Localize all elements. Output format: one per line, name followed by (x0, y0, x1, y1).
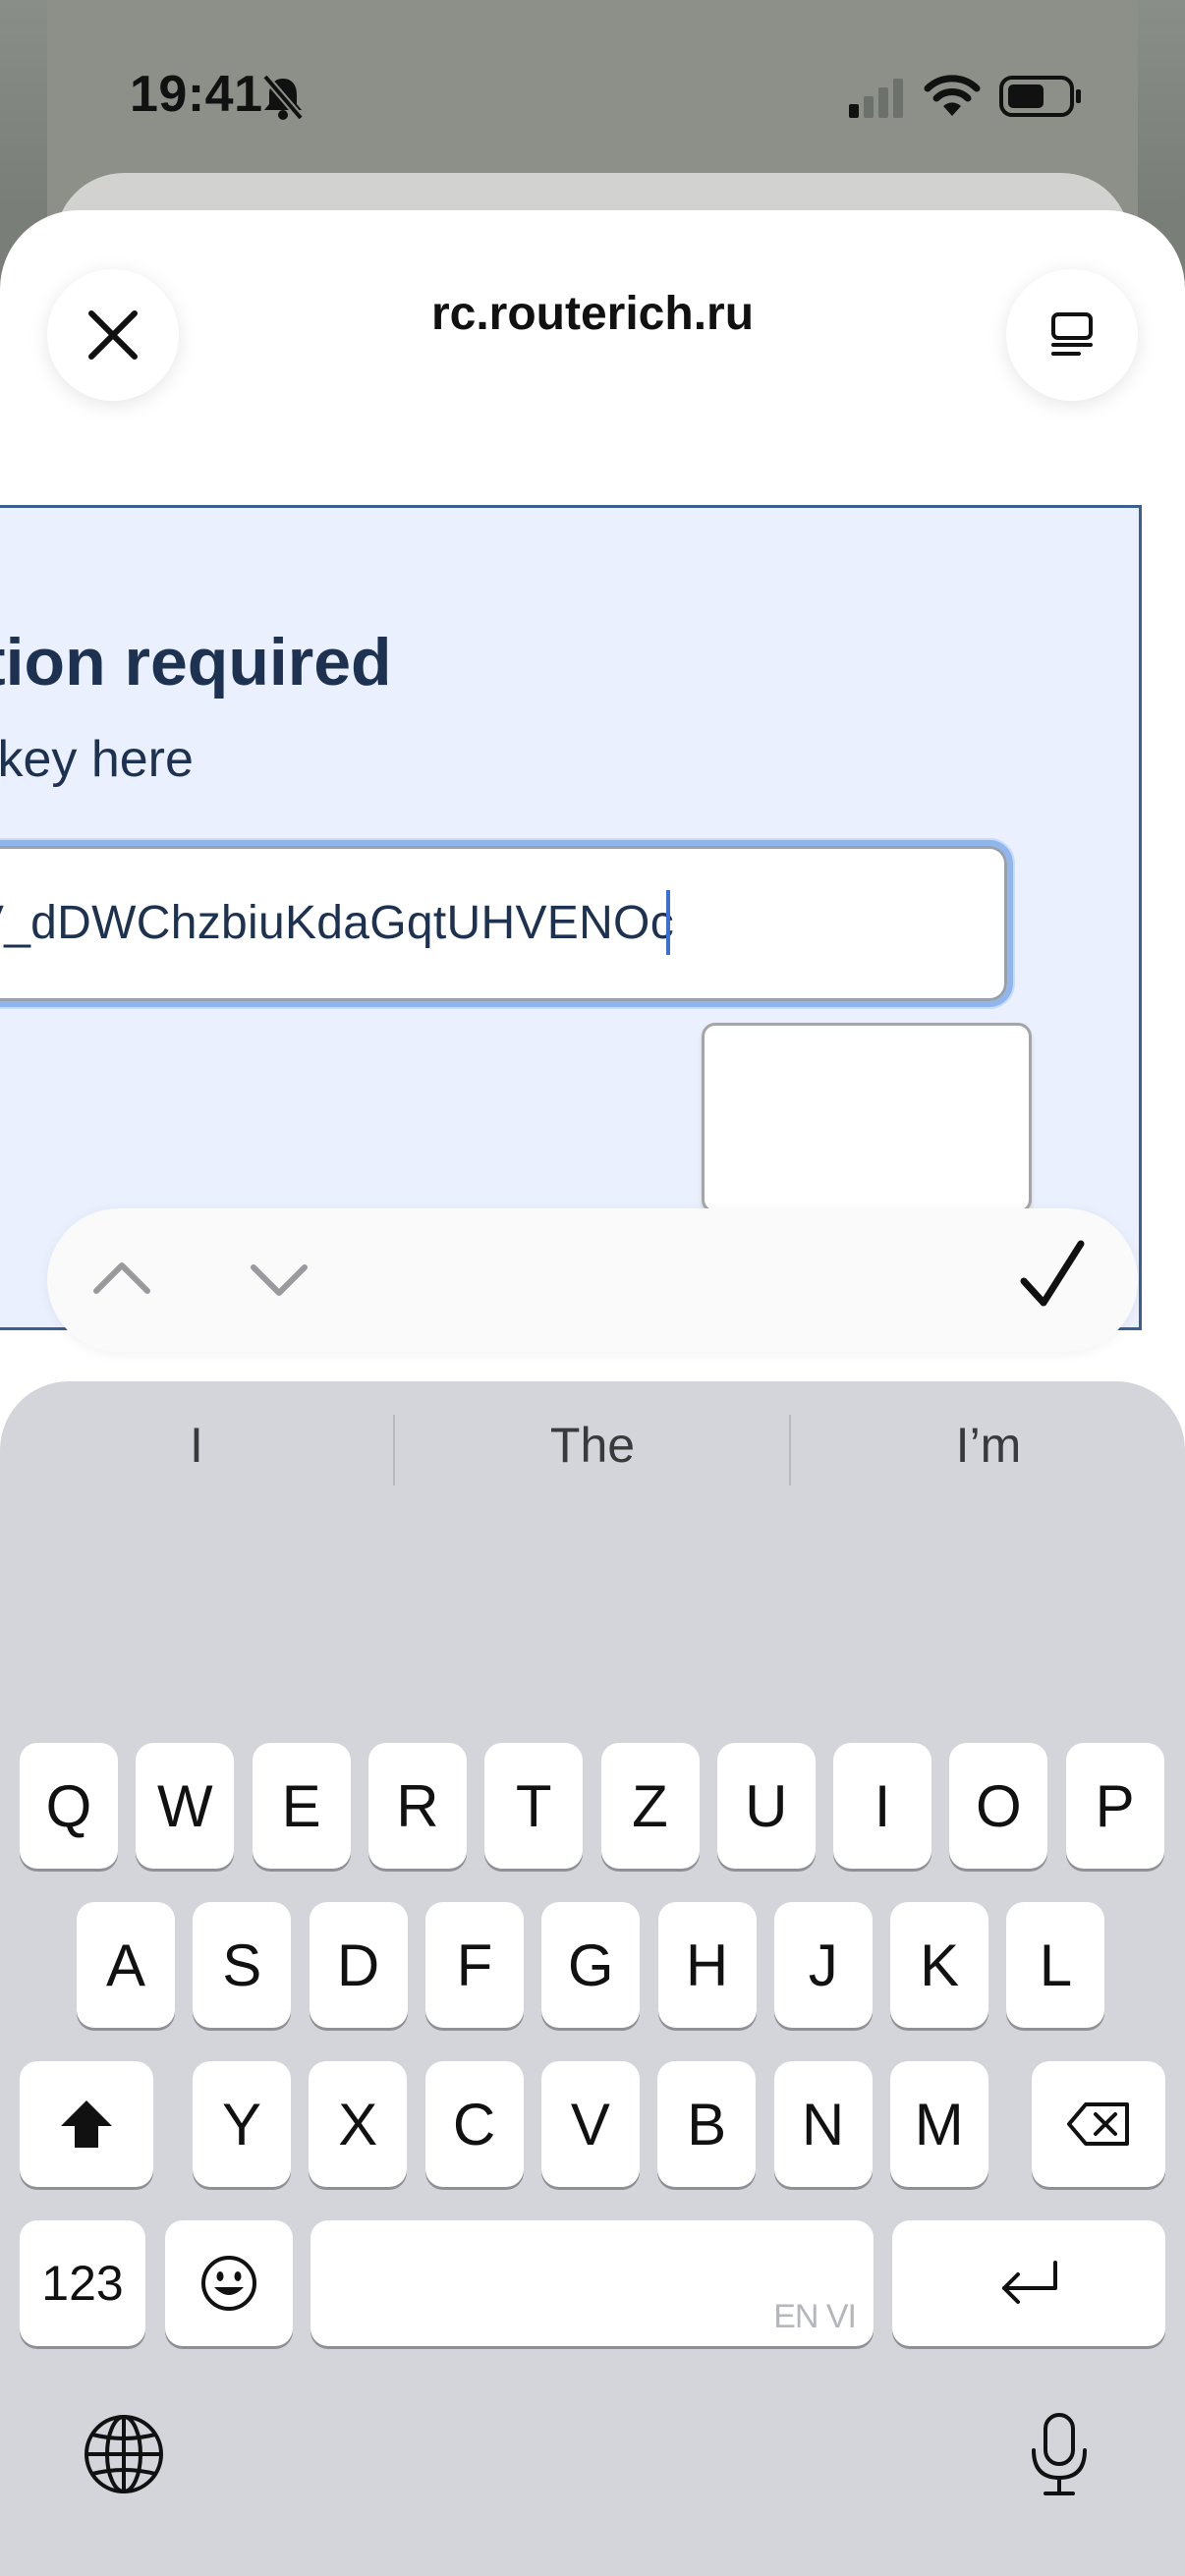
chevron-down-icon[interactable] (248, 1248, 310, 1316)
reader-mode-icon (1051, 312, 1093, 356)
return-icon (1002, 2261, 1057, 2304)
battery-icon (998, 75, 1083, 123)
key-l[interactable]: L (1006, 1902, 1105, 2028)
key-input[interactable]: V_dDWChzbiuKdaGqtUHVENOc (0, 846, 1007, 1001)
space-key[interactable]: EN VI (310, 2220, 874, 2346)
auth-instructions: key here: (0, 731, 194, 788)
auth-panel: tion required key here: V_dDWChzbiuKdaGq… (0, 505, 1142, 1330)
auth-heading: tion required (0, 625, 392, 700)
key-i[interactable]: I (833, 1743, 932, 1869)
chevron-up-icon[interactable] (90, 1248, 153, 1316)
key-g[interactable]: G (541, 1902, 641, 2028)
bell-slash-icon (259, 73, 307, 127)
key-b[interactable]: B (657, 2061, 757, 2187)
key-w[interactable]: W (136, 1743, 235, 1869)
key-input-focus-ring: V_dDWChzbiuKdaGqtUHVENOc (0, 840, 1013, 1007)
key-z[interactable]: Z (600, 1743, 700, 1869)
key-a[interactable]: A (77, 1902, 175, 2028)
delete-key[interactable] (1032, 2061, 1165, 2187)
submit-button[interactable] (702, 1023, 1032, 1213)
cellular-signal-icon (847, 77, 906, 123)
keyboard-accessory-bar (47, 1208, 1138, 1352)
return-key[interactable] (892, 2220, 1165, 2346)
globe-icon[interactable] (83, 2413, 165, 2500)
keyboard: I The I’m QWERTZUIOP ASDFGHJKL YXCVBNM 1… (0, 1381, 1185, 2576)
key-f[interactable]: F (424, 1902, 524, 2028)
suggestion-3[interactable]: I’m (792, 1417, 1185, 1474)
key-y[interactable]: Y (193, 2061, 291, 2187)
key-p[interactable]: P (1065, 1743, 1164, 1869)
emoji-key[interactable] (165, 2220, 293, 2346)
suggestion-bar: I The I’m (0, 1381, 1185, 1509)
status-bar: 19:41 (0, 0, 1185, 187)
wifi-icon (924, 73, 981, 123)
key-e[interactable]: E (252, 1743, 351, 1869)
text-caret (666, 890, 670, 955)
language-hint: EN VI (773, 2298, 857, 2335)
key-h[interactable]: H (657, 1902, 757, 2028)
key-s[interactable]: S (193, 1902, 292, 2028)
microphone-icon[interactable] (1028, 2411, 1091, 2504)
key-m[interactable]: M (889, 2061, 988, 2187)
key-u[interactable]: U (716, 1743, 816, 1869)
reader-mode-button[interactable] (1006, 269, 1138, 401)
emoji-icon (201, 2256, 256, 2311)
key-r[interactable]: R (367, 1743, 467, 1869)
backspace-icon (1067, 2102, 1129, 2146)
key-d[interactable]: D (309, 1902, 408, 2028)
suggestion-divider (393, 1415, 395, 1485)
suggestion-2[interactable]: The (396, 1417, 789, 1474)
checkmark-icon[interactable] (1018, 1236, 1087, 1319)
suggestion-1[interactable]: I (0, 1417, 393, 1474)
status-time: 19:41 (130, 66, 263, 123)
key-v[interactable]: V (540, 2061, 640, 2187)
key-q[interactable]: Q (20, 1743, 118, 1869)
suggestion-divider (789, 1415, 791, 1485)
key-n[interactable]: N (773, 2061, 873, 2187)
key-t[interactable]: T (484, 1743, 584, 1869)
key-c[interactable]: C (424, 2061, 524, 2187)
key-k[interactable]: K (890, 1902, 989, 2028)
key-o[interactable]: O (949, 1743, 1048, 1869)
shift-key[interactable] (20, 2061, 153, 2187)
key-x[interactable]: X (309, 2061, 408, 2187)
shift-icon (61, 2100, 112, 2148)
key-input-value: V_dDWChzbiuKdaGqtUHVENOc (0, 897, 674, 949)
key-j[interactable]: J (773, 1902, 873, 2028)
numbers-key[interactable]: 123 (20, 2220, 145, 2346)
